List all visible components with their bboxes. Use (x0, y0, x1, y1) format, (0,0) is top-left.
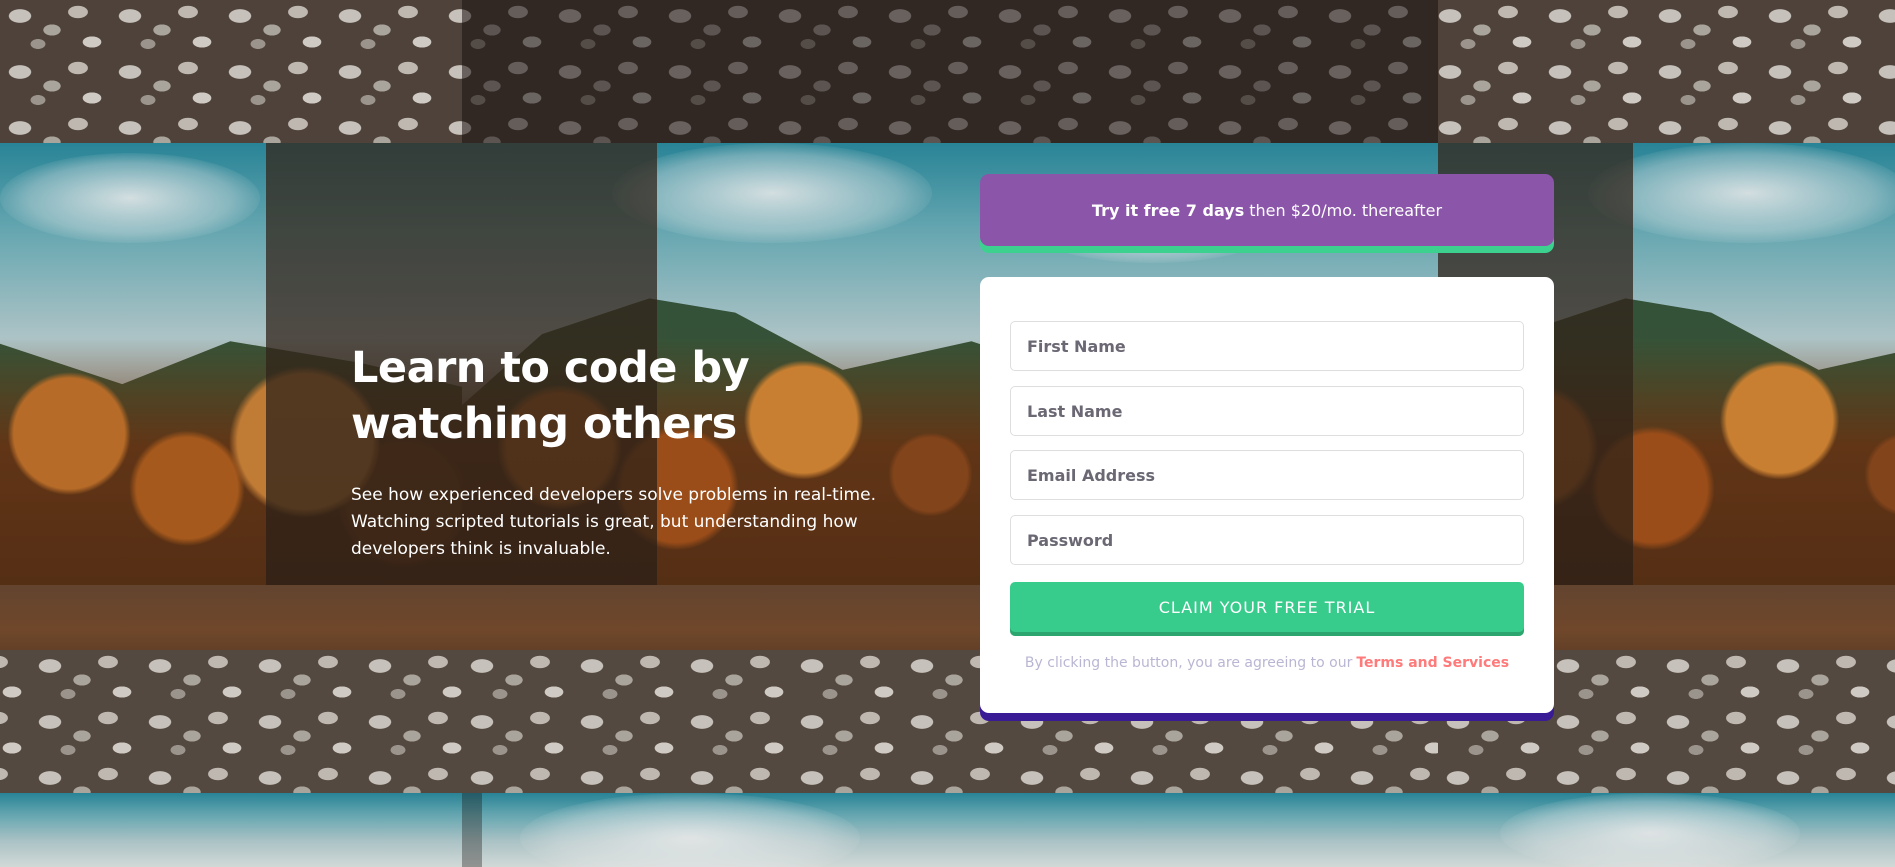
background-image (0, 0, 1895, 867)
first-name-input[interactable] (1010, 321, 1524, 371)
last-name-input[interactable] (1010, 386, 1524, 436)
promo-banner: Try it free 7 days then $20/mo. thereaft… (980, 174, 1554, 246)
terms-text: By clicking the button, you are agreeing… (1024, 655, 1353, 671)
email-input[interactable] (1010, 450, 1524, 500)
promo-highlight: Try it free 7 days (1091, 200, 1245, 220)
hero-title: Learn to code by watching others (351, 343, 750, 449)
password-input[interactable] (1010, 515, 1524, 565)
terms-notice: By clicking the button, you are agreeing… (980, 655, 1554, 671)
terms-link[interactable]: Terms and Services (1356, 655, 1509, 671)
signup-form: CLAIM YOUR FREE TRIAL By clicking the bu… (980, 277, 1554, 713)
hero-description: See how experienced developers solve pro… (351, 485, 876, 559)
claim-free-trial-button[interactable]: CLAIM YOUR FREE TRIAL (1010, 582, 1524, 632)
background-overlay (0, 0, 1895, 867)
promo-price: then $20/mo. thereafter (1249, 200, 1443, 220)
